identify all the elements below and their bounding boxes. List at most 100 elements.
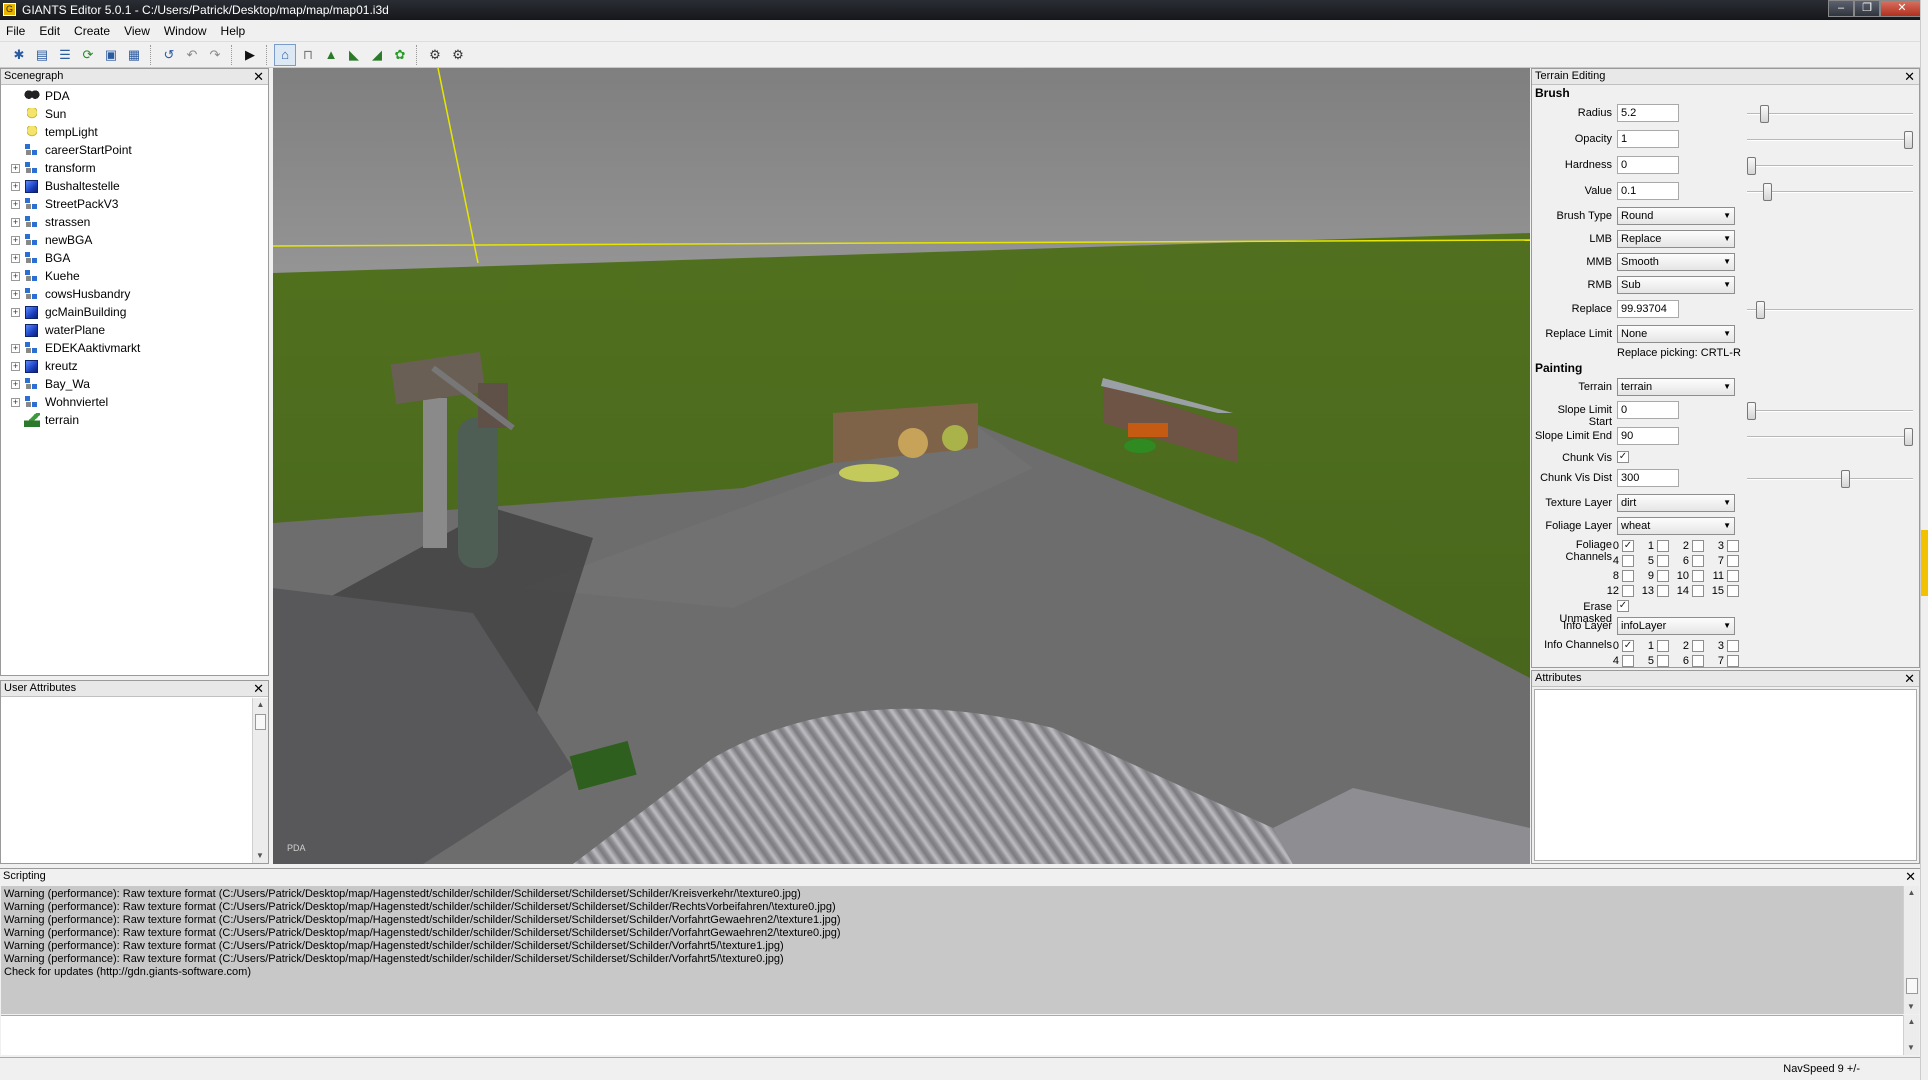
script-input[interactable] bbox=[1, 1015, 1903, 1055]
info-channel-checkbox[interactable] bbox=[1727, 640, 1739, 652]
scroll-thumb[interactable] bbox=[255, 714, 266, 730]
foliage-channel-checkbox[interactable] bbox=[1692, 555, 1704, 567]
info-channel-checkbox[interactable] bbox=[1727, 655, 1739, 667]
log-scrollbar[interactable]: ▲ ▼ bbox=[1903, 886, 1919, 1014]
slider-thumb[interactable] bbox=[1762, 183, 1772, 201]
scenegraph-node[interactable]: + Kuehe bbox=[1, 267, 268, 285]
expand-icon[interactable]: + bbox=[11, 397, 20, 407]
scenegraph-node[interactable]: terrain bbox=[1, 411, 268, 429]
info-channel-checkbox[interactable]: ✓ bbox=[1622, 640, 1634, 652]
chunk-vis-dist-input[interactable]: 300 bbox=[1617, 469, 1679, 487]
attributes-close-icon[interactable]: ✕ bbox=[1904, 671, 1915, 686]
scenegraph-node[interactable]: + strassen bbox=[1, 213, 268, 231]
texture-layer-select[interactable]: dirt bbox=[1617, 494, 1735, 512]
foliage-channel-checkbox[interactable] bbox=[1657, 570, 1669, 582]
rmb-select[interactable]: Sub bbox=[1617, 276, 1735, 294]
foliage-channel-checkbox[interactable] bbox=[1657, 555, 1669, 567]
expand-icon[interactable]: + bbox=[11, 343, 20, 353]
erase-unmasked-checkbox[interactable]: ✓ bbox=[1617, 600, 1629, 612]
expand-icon[interactable]: + bbox=[11, 235, 20, 245]
slope-limit-start-slider[interactable] bbox=[1747, 401, 1913, 421]
slider-thumb[interactable] bbox=[1747, 157, 1756, 175]
foliage-channel-checkbox[interactable] bbox=[1692, 540, 1704, 552]
foliage-channel-checkbox[interactable]: ✓ bbox=[1622, 540, 1634, 552]
radius-slider[interactable] bbox=[1747, 104, 1913, 124]
foliage-channel-checkbox[interactable] bbox=[1727, 585, 1739, 597]
scenegraph-node[interactable]: + newBGA bbox=[1, 231, 268, 249]
input-scrollbar[interactable]: ▲ ▼ bbox=[1903, 1015, 1919, 1055]
expand-icon[interactable]: + bbox=[11, 199, 20, 209]
menu-edit[interactable]: Edit bbox=[39, 24, 60, 38]
slider-thumb[interactable] bbox=[1904, 428, 1913, 446]
camera-icon[interactable]: ⚙ bbox=[424, 44, 446, 66]
scroll-up-icon[interactable]: ▲ bbox=[1904, 1015, 1919, 1029]
menu-view[interactable]: View bbox=[124, 24, 150, 38]
info-channel-checkbox[interactable] bbox=[1692, 640, 1704, 652]
scenegraph-node[interactable]: + Bushaltestelle bbox=[1, 177, 268, 195]
menu-create[interactable]: Create bbox=[74, 24, 110, 38]
slider-thumb[interactable] bbox=[1747, 402, 1756, 420]
scenegraph-node[interactable]: + transform bbox=[1, 159, 268, 177]
foliage-channel-checkbox[interactable] bbox=[1622, 555, 1634, 567]
open-file-icon[interactable]: ▤ bbox=[31, 44, 53, 66]
info-channel-checkbox[interactable] bbox=[1657, 655, 1669, 667]
expand-icon[interactable]: + bbox=[11, 163, 20, 173]
replace-input[interactable]: 99.93704 bbox=[1617, 300, 1679, 318]
expand-icon[interactable]: + bbox=[11, 217, 20, 227]
foliage-channel-checkbox[interactable] bbox=[1727, 570, 1739, 582]
scenegraph-node[interactable]: Sun bbox=[1, 105, 268, 123]
scenegraph-node[interactable]: + EDEKAaktivmarkt bbox=[1, 339, 268, 357]
scroll-down-icon[interactable]: ▼ bbox=[253, 849, 267, 863]
save-icon[interactable]: ▣ bbox=[100, 44, 122, 66]
foliage-paint-icon[interactable]: ✿ bbox=[389, 44, 411, 66]
expand-icon[interactable]: + bbox=[11, 253, 20, 263]
minimize-button[interactable]: – bbox=[1828, 0, 1854, 17]
foliage-channel-checkbox[interactable] bbox=[1692, 570, 1704, 582]
chunk-vis-checkbox[interactable]: ✓ bbox=[1617, 451, 1629, 463]
user-attributes-close-icon[interactable]: ✕ bbox=[253, 681, 264, 696]
foliage-channel-checkbox[interactable] bbox=[1727, 540, 1739, 552]
scenegraph-node[interactable]: + gcMainBuilding bbox=[1, 303, 268, 321]
slope-limit-start-input[interactable]: 0 bbox=[1617, 401, 1679, 419]
foliage-channel-checkbox[interactable] bbox=[1657, 540, 1669, 552]
terrain-sculpt-icon[interactable]: ▲ bbox=[320, 44, 342, 66]
scenegraph-close-icon[interactable]: ✕ bbox=[253, 69, 264, 84]
render-settings-icon[interactable]: ⚙ bbox=[447, 44, 469, 66]
close-button[interactable]: ✕ bbox=[1880, 0, 1924, 17]
expand-icon[interactable]: + bbox=[11, 271, 20, 281]
mmb-select[interactable]: Smooth bbox=[1617, 253, 1735, 271]
new-file-icon[interactable]: ✱ bbox=[8, 44, 30, 66]
scenegraph-node[interactable]: careerStartPoint bbox=[1, 141, 268, 159]
foliage-channel-checkbox[interactable] bbox=[1692, 585, 1704, 597]
terrain-select[interactable]: terrain bbox=[1617, 378, 1735, 396]
expand-icon[interactable]: + bbox=[11, 181, 20, 191]
slider-thumb[interactable] bbox=[1759, 105, 1769, 123]
scenegraph-node[interactable]: + cowsHusbandry bbox=[1, 285, 268, 303]
expand-icon[interactable]: + bbox=[11, 289, 20, 299]
redo-icon[interactable]: ↷ bbox=[204, 44, 226, 66]
scroll-up-icon[interactable]: ▲ bbox=[1904, 886, 1919, 900]
value-slider[interactable] bbox=[1747, 182, 1913, 202]
chunk-vis-dist-slider[interactable] bbox=[1747, 469, 1913, 489]
slider-thumb[interactable] bbox=[1841, 470, 1851, 488]
user-attributes-scrollbar[interactable]: ▲ ▼ bbox=[252, 698, 268, 863]
scenegraph-node[interactable]: + Wohnviertel bbox=[1, 393, 268, 411]
properties-icon[interactable]: ☰ bbox=[54, 44, 76, 66]
foliage-channel-checkbox[interactable] bbox=[1727, 555, 1739, 567]
terrain-editing-close-icon[interactable]: ✕ bbox=[1904, 69, 1915, 84]
foliage-channel-checkbox[interactable] bbox=[1657, 585, 1669, 597]
info-channel-checkbox[interactable] bbox=[1622, 655, 1634, 667]
scroll-thumb[interactable] bbox=[1906, 978, 1918, 994]
refresh-icon[interactable]: ↺ bbox=[158, 44, 180, 66]
maximize-button[interactable]: ❐ bbox=[1854, 0, 1880, 17]
replace-limit-select[interactable]: None bbox=[1617, 325, 1735, 343]
play-icon[interactable]: ▶ bbox=[239, 44, 261, 66]
menu-file[interactable]: File bbox=[6, 24, 25, 38]
foliage-channel-checkbox[interactable] bbox=[1622, 570, 1634, 582]
move-mode-icon[interactable]: ⊓ bbox=[297, 44, 319, 66]
scroll-up-icon[interactable]: ▲ bbox=[253, 698, 268, 712]
save-all-icon[interactable]: ▦ bbox=[123, 44, 145, 66]
info-channel-checkbox[interactable] bbox=[1657, 640, 1669, 652]
slope-limit-end-input[interactable]: 90 bbox=[1617, 427, 1679, 445]
undo-icon[interactable]: ↶ bbox=[181, 44, 203, 66]
